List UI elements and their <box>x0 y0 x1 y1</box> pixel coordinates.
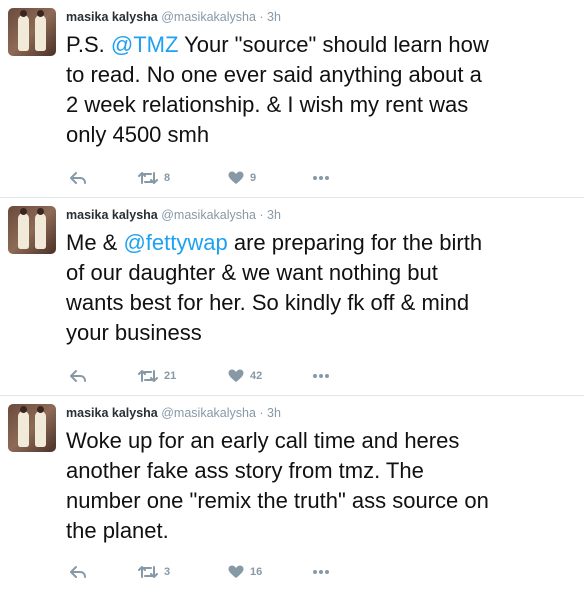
display-name[interactable]: masika kalysha <box>66 208 158 222</box>
avatar-figure <box>18 10 29 51</box>
tweet-header: masika kalysha @masikakalysha · 3h <box>66 208 281 222</box>
more-button[interactable] <box>312 366 330 386</box>
display-name[interactable]: masika kalysha <box>66 406 158 420</box>
avatar-figure <box>18 208 29 249</box>
avatar-figure <box>35 208 46 249</box>
reply-button[interactable] <box>70 366 86 386</box>
like-button[interactable]: 42 <box>228 366 262 386</box>
more-icon <box>313 374 329 378</box>
username[interactable]: @masikakalysha <box>161 10 256 24</box>
like-button[interactable]: 9 <box>228 168 256 188</box>
username[interactable]: @masikakalysha <box>161 208 256 222</box>
more-icon <box>313 570 329 574</box>
reply-icon <box>70 370 86 382</box>
like-count: 16 <box>250 566 263 578</box>
retweet-icon <box>138 370 158 382</box>
retweet-count: 8 <box>164 172 171 184</box>
tweet-timeline: masika kalysha @masikakalysha · 3h P.S. … <box>0 0 584 595</box>
reply-button[interactable] <box>70 168 86 188</box>
separator: · <box>259 10 264 24</box>
tweet-text: Woke up for an early call time and heres… <box>66 426 580 546</box>
like-count: 9 <box>250 172 257 184</box>
reply-icon <box>70 566 86 578</box>
retweet-count: 21 <box>164 370 177 382</box>
retweet-button[interactable]: 21 <box>138 366 176 386</box>
timestamp[interactable]: 3h <box>267 10 281 24</box>
retweet-icon <box>138 566 158 578</box>
retweet-button[interactable]: 8 <box>138 168 170 188</box>
tweet-text-part: Woke up for an early call time and heres… <box>66 428 489 543</box>
avatar-figure <box>35 406 46 447</box>
mention-link[interactable]: @fettywap <box>123 230 227 255</box>
tweet-text: P.S. @TMZ Your "source" should learn how… <box>66 30 580 150</box>
reply-icon <box>70 172 86 184</box>
timestamp[interactable]: 3h <box>267 208 281 222</box>
retweet-count: 3 <box>164 566 171 578</box>
separator: · <box>259 406 264 420</box>
retweet-icon <box>138 172 158 184</box>
like-button[interactable]: 16 <box>228 562 262 582</box>
avatar[interactable] <box>8 206 56 254</box>
separator: · <box>259 208 264 222</box>
reply-button[interactable] <box>70 562 86 582</box>
more-icon <box>313 176 329 180</box>
tweet-text-part: P.S. <box>66 32 111 57</box>
tweet-header: masika kalysha @masikakalysha · 3h <box>66 406 281 420</box>
more-button[interactable] <box>312 168 330 188</box>
heart-icon <box>228 565 244 578</box>
tweet-text: Me & @fettywap are preparing for the bir… <box>66 228 580 348</box>
display-name[interactable]: masika kalysha <box>66 10 158 24</box>
tweet[interactable]: masika kalysha @masikakalysha · 3h Me & … <box>0 198 584 396</box>
like-count: 42 <box>250 370 263 382</box>
tweet[interactable]: masika kalysha @masikakalysha · 3h Woke … <box>0 396 584 595</box>
mention-link[interactable]: @TMZ <box>111 32 179 57</box>
tweet-header: masika kalysha @masikakalysha · 3h <box>66 10 281 24</box>
heart-icon <box>228 171 244 184</box>
tweet-text-part: Me & <box>66 230 124 255</box>
timestamp[interactable]: 3h <box>267 406 281 420</box>
heart-icon <box>228 369 244 382</box>
username[interactable]: @masikakalysha <box>161 406 256 420</box>
avatar[interactable] <box>8 404 56 452</box>
avatar[interactable] <box>8 8 56 56</box>
retweet-button[interactable]: 3 <box>138 562 170 582</box>
avatar-figure <box>18 406 29 447</box>
more-button[interactable] <box>312 562 330 582</box>
avatar-figure <box>35 10 46 51</box>
tweet[interactable]: masika kalysha @masikakalysha · 3h P.S. … <box>0 0 584 198</box>
